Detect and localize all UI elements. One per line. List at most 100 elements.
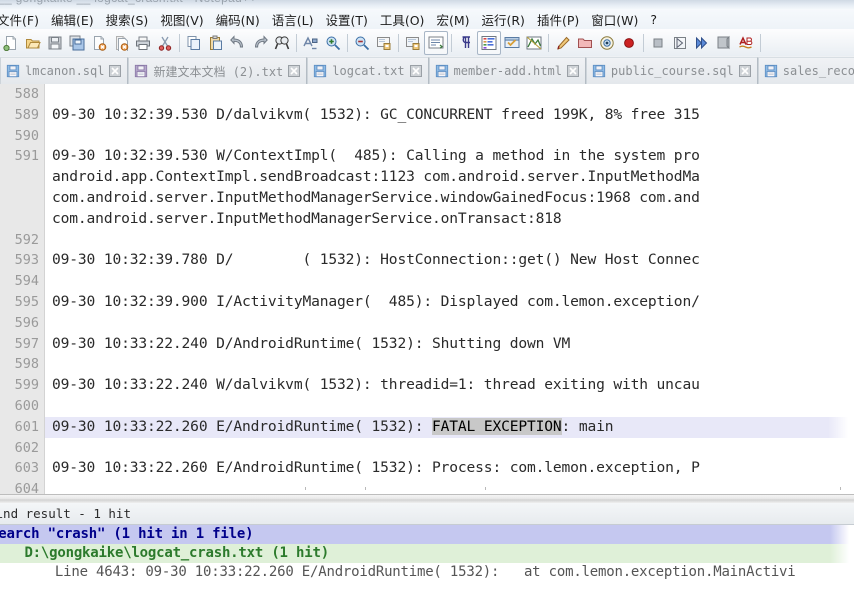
code-line[interactable]: 09-30 10:33:22.240 W/dalvikvm( 1532): th… xyxy=(45,375,854,396)
scrollbar-track[interactable] xyxy=(45,488,854,491)
doc-map-icon[interactable] xyxy=(523,32,545,54)
code-line[interactable] xyxy=(45,126,854,147)
menu-view[interactable]: 视图(V) xyxy=(154,9,209,29)
undo-icon[interactable] xyxy=(227,32,249,54)
code-text-area[interactable]: 09-30 10:32:39.530 D/dalvikvm( 1532): GC… xyxy=(45,84,854,494)
save-all-icon[interactable] xyxy=(66,32,88,54)
selected-text[interactable]: FATAL EXCEPTION xyxy=(432,417,562,435)
zoom-in-icon[interactable] xyxy=(322,32,344,54)
menu-settings[interactable]: 设置(T) xyxy=(319,9,373,29)
code-line[interactable] xyxy=(45,396,854,417)
code-line[interactable]: 09-30 10:32:39.530 W/ContextImpl( 485): … xyxy=(45,146,854,167)
menu-encoding[interactable]: 编码(N) xyxy=(210,9,266,29)
new-file-icon[interactable] xyxy=(0,32,22,54)
open-file-icon[interactable] xyxy=(22,32,44,54)
tab-5[interactable]: sales_record.sq xyxy=(757,57,854,84)
tab-close-icon[interactable] xyxy=(566,65,579,77)
sync-vertical-scroll-icon[interactable] xyxy=(373,32,395,54)
code-line[interactable]: 09-30 10:32:39.900 I/ActivityManager( 48… xyxy=(45,292,854,313)
menu-file[interactable]: 文件(F) xyxy=(0,9,45,29)
editor-area[interactable]: 588 589 590 591 592 593 594 595 596 597 598 599 600 6… xyxy=(0,84,854,494)
word-wrap-icon[interactable] xyxy=(424,30,448,55)
code-line[interactable]: android.app.ContextImpl.sendBroadcast:11… xyxy=(45,167,854,188)
menu-run[interactable]: 运行(R) xyxy=(475,9,530,29)
line-number: 598 xyxy=(14,356,39,373)
menu-macro[interactable]: 宏(M) xyxy=(430,9,475,29)
find-result-header-label: Find result - 1 hit xyxy=(0,506,131,521)
close-all-icon[interactable] xyxy=(110,32,132,54)
menu-language[interactable]: 语言(L) xyxy=(266,9,320,29)
playback-macro-icon[interactable] xyxy=(669,32,691,54)
menu-help[interactable]: ? xyxy=(644,10,663,29)
menu-window[interactable]: 窗口(W) xyxy=(585,9,644,29)
save-icon[interactable] xyxy=(44,32,66,54)
floppy-blue-icon xyxy=(592,64,606,78)
find-result-search-row[interactable]: Search "crash" (1 hit in 1 file) xyxy=(0,525,854,544)
toolbar-separator xyxy=(760,33,761,52)
code-line[interactable]: 09-30 10:33:22.260 E/AndroidRuntime( 153… xyxy=(45,458,854,479)
code-line[interactable] xyxy=(45,438,854,459)
find-icon[interactable] xyxy=(271,32,293,54)
record-macro-icon[interactable] xyxy=(618,32,640,54)
tab-label: logcat.txt xyxy=(332,64,405,78)
tab-label: sales_record.sq xyxy=(782,64,854,78)
code-line[interactable]: 09-30 10:33:22.240 D/AndroidRuntime( 153… xyxy=(45,334,854,355)
scrollbar-tick xyxy=(485,487,486,490)
folder-as-workspace-icon[interactable] xyxy=(574,32,596,54)
indent-guide-icon[interactable] xyxy=(477,30,501,55)
line-number: 601 xyxy=(14,418,39,435)
replace-icon[interactable] xyxy=(300,32,322,54)
spell-check-icon[interactable] xyxy=(735,32,757,54)
user-defined-dialog-icon[interactable] xyxy=(501,32,523,54)
tab-3[interactable]: member-add.html xyxy=(428,57,586,84)
line-number: 596 xyxy=(14,314,39,331)
tab-2[interactable]: logcat.txt xyxy=(307,57,429,84)
paste-icon[interactable] xyxy=(205,32,227,54)
sync-horizontal-scroll-icon[interactable] xyxy=(402,32,424,54)
close-file-icon[interactable] xyxy=(88,32,110,54)
code-line[interactable]: 09-30 10:32:39.530 D/dalvikvm( 1532): GC… xyxy=(45,105,854,126)
print-icon[interactable] xyxy=(132,32,154,54)
menu-tools[interactable]: 工具(O) xyxy=(374,9,431,29)
horizontal-scrollbar[interactable] xyxy=(45,485,854,494)
save-macro-icon[interactable] xyxy=(713,32,735,54)
show-all-chars-icon[interactable] xyxy=(455,32,477,54)
tool-bar xyxy=(0,29,854,57)
tab-label: public_course.sql xyxy=(610,64,734,78)
toolbar-separator xyxy=(179,33,180,52)
tab-label: lmcanon.sql xyxy=(25,64,105,78)
tab-1[interactable]: 新建文本文档 (2).txt xyxy=(128,57,308,84)
code-line[interactable]: com.android.server.InputMethodManagerSer… xyxy=(45,209,854,230)
code-line[interactable] xyxy=(45,271,854,292)
tab-close-icon[interactable] xyxy=(288,65,301,77)
menu-plugins[interactable]: 插件(P) xyxy=(531,9,585,29)
run-macro-multiple-icon[interactable] xyxy=(691,32,713,54)
find-result-hit-row[interactable]: Line 4643: 09-30 10:33:22.260 E/AndroidR… xyxy=(0,563,854,582)
tab-close-icon[interactable] xyxy=(738,65,751,77)
function-list-icon[interactable] xyxy=(552,32,574,54)
line-number: 591 xyxy=(14,148,39,165)
menu-edit[interactable]: 编辑(E) xyxy=(45,9,100,29)
menu-search[interactable]: 搜索(S) xyxy=(100,9,155,29)
code-line-current[interactable]: 09-30 10:33:22.260 E/AndroidRuntime( 153… xyxy=(45,416,854,438)
redo-icon[interactable] xyxy=(249,32,271,54)
tab-close-icon[interactable] xyxy=(109,65,122,77)
code-line[interactable] xyxy=(45,230,854,251)
code-line[interactable] xyxy=(45,313,854,334)
cut-icon[interactable] xyxy=(154,32,176,54)
tab-4[interactable]: public_course.sql xyxy=(585,57,758,84)
monitoring-icon[interactable] xyxy=(596,32,618,54)
stop-recording-icon[interactable] xyxy=(647,32,669,54)
zoom-out-icon[interactable] xyxy=(351,32,373,54)
code-line[interactable] xyxy=(45,84,854,105)
code-line[interactable]: com.android.server.InputMethodManagerSer… xyxy=(45,188,854,209)
code-line[interactable] xyxy=(45,354,854,375)
find-result-file-row[interactable]: D:\gongkaike\logcat_crash.txt (1 hit) xyxy=(0,544,854,563)
tab-0[interactable]: lmcanon.sql xyxy=(0,57,129,84)
floppy-blue-icon xyxy=(435,64,449,78)
code-line[interactable]: 09-30 10:32:39.780 D/ ( 1532): HostConne… xyxy=(45,250,854,271)
find-result-body[interactable]: Search "crash" (1 hit in 1 file) D:\gong… xyxy=(0,525,854,602)
toolbar-separator xyxy=(548,33,549,52)
copy-icon[interactable] xyxy=(183,32,205,54)
tab-close-icon[interactable] xyxy=(409,65,422,77)
